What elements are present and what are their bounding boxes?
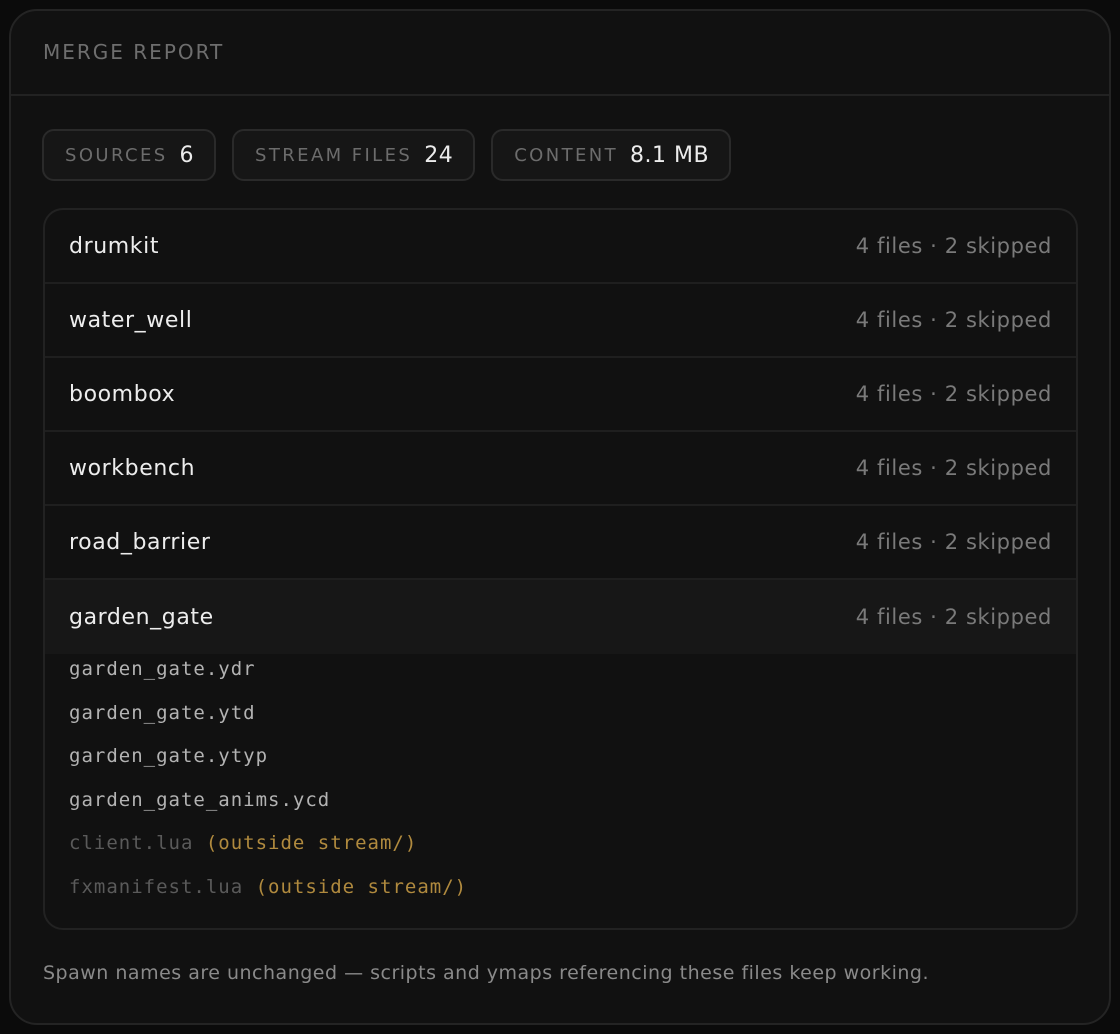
stat-value: 24 bbox=[424, 142, 454, 168]
file-name: fxmanifest.lua bbox=[69, 875, 244, 898]
source-row-drumkit[interactable]: drumkit 4 files · 2 skipped bbox=[45, 210, 1076, 284]
stat-label: CONTENT bbox=[514, 144, 619, 166]
stat-value: 8.1 MB bbox=[630, 142, 710, 168]
footer-note: Spawn names are unchanged — scripts and … bbox=[43, 962, 930, 984]
file-name: garden_gate.ytyp bbox=[69, 745, 269, 767]
source-name: water_well bbox=[69, 307, 193, 333]
file-name: garden_gate.ytd bbox=[69, 701, 256, 724]
source-name: road_barrier bbox=[69, 529, 211, 555]
merge-report-panel: MERGE REPORT SOURCES 6 STREAM FILES 24 C… bbox=[9, 9, 1111, 1025]
source-meta: 4 files · 2 skipped bbox=[855, 382, 1052, 406]
source-meta: 4 files · 2 skipped bbox=[855, 308, 1052, 332]
file-name: garden_gate_anims.ycd bbox=[69, 788, 331, 811]
stat-stream-files: STREAM FILES 24 bbox=[232, 129, 476, 181]
source-name: boombox bbox=[69, 381, 176, 407]
skip-note: (outside stream/) bbox=[255, 875, 468, 898]
stat-value: 6 bbox=[179, 142, 195, 168]
panel-header: MERGE REPORT bbox=[11, 11, 1109, 96]
source-list: drumkit 4 files · 2 skipped water_well 4… bbox=[43, 208, 1078, 930]
panel-title: MERGE REPORT bbox=[43, 39, 225, 64]
file-item: garden_gate.ytyp bbox=[69, 747, 1076, 791]
file-item: garden_gate_anims.ycd bbox=[69, 788, 1076, 835]
stat-label: STREAM FILES bbox=[255, 144, 413, 166]
file-name: garden_gate.ydr bbox=[69, 658, 256, 680]
source-row-boombox[interactable]: boombox 4 files · 2 skipped bbox=[45, 358, 1076, 432]
file-item-skipped: fxmanifest.lua (outside stream/) bbox=[69, 875, 1076, 922]
source-name: workbench bbox=[69, 455, 196, 481]
source-meta: 4 files · 2 skipped bbox=[855, 530, 1052, 554]
stat-content: CONTENT 8.1 MB bbox=[491, 129, 732, 181]
source-name: garden_gate bbox=[69, 604, 214, 630]
file-name: client.lua bbox=[69, 832, 194, 854]
source-name: drumkit bbox=[69, 233, 160, 259]
file-item: garden_gate.ydr bbox=[69, 660, 1076, 704]
source-row-water-well[interactable]: water_well 4 files · 2 skipped bbox=[45, 284, 1076, 358]
source-meta: 4 files · 2 skipped bbox=[855, 234, 1052, 258]
source-row-garden-gate[interactable]: garden_gate 4 files · 2 skipped bbox=[45, 580, 1076, 654]
source-meta: 4 files · 2 skipped bbox=[855, 605, 1052, 629]
source-meta: 4 files · 2 skipped bbox=[855, 456, 1052, 480]
file-item-skipped: client.lua (outside stream/) bbox=[69, 834, 1076, 878]
file-item: garden_gate.ytd bbox=[69, 701, 1076, 748]
source-row-workbench[interactable]: workbench 4 files · 2 skipped bbox=[45, 432, 1076, 506]
stat-sources: SOURCES 6 bbox=[42, 129, 217, 181]
expanded-file-list: garden_gate.ydr garden_gate.ytd garden_g… bbox=[45, 654, 1076, 921]
stats-bar: SOURCES 6 STREAM FILES 24 CONTENT 8.1 MB bbox=[42, 129, 732, 181]
source-row-road-barrier[interactable]: road_barrier 4 files · 2 skipped bbox=[45, 506, 1076, 580]
stat-label: SOURCES bbox=[65, 144, 168, 166]
skip-note: (outside stream/) bbox=[205, 832, 418, 854]
